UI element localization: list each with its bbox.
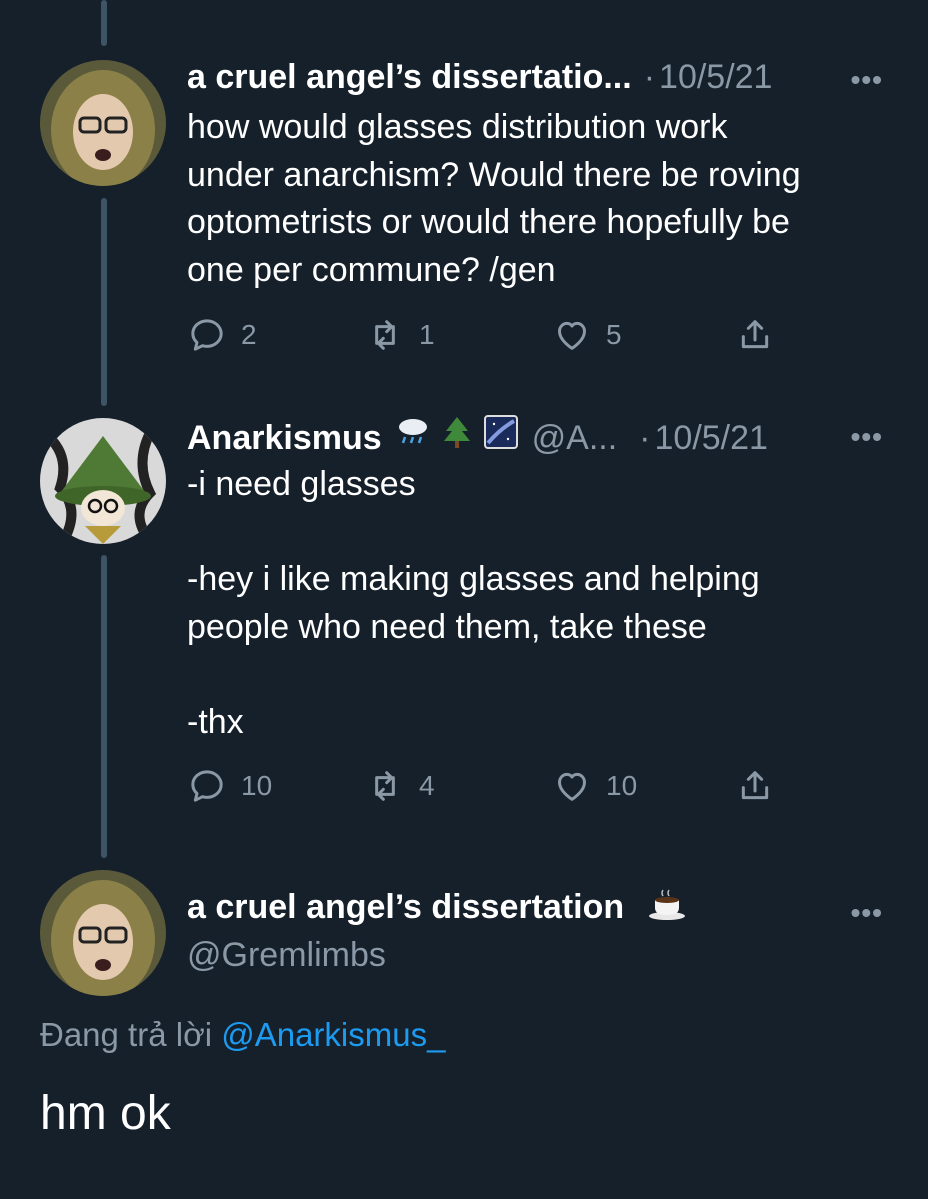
retweet-icon — [375, 771, 395, 801]
reply-icon — [191, 770, 223, 802]
reply-button[interactable]: 2 — [187, 315, 257, 355]
tweet-header: Anarkismus @A... · 10/5/21 — [187, 415, 878, 458]
user-handle[interactable]: @A... — [532, 419, 618, 458]
share-icon — [741, 320, 769, 349]
share-button[interactable] — [735, 315, 789, 355]
reply-count: 2 — [241, 319, 257, 350]
retweet-button[interactable]: 4 — [365, 766, 435, 806]
like-button[interactable]: 10 — [552, 766, 637, 806]
milky-way-icon — [483, 415, 518, 449]
avatar[interactable] — [40, 418, 166, 544]
share-button[interactable] — [735, 766, 789, 806]
user-handle[interactable]: @Gremlimbs — [187, 936, 386, 975]
hot-beverage-icon — [648, 889, 685, 920]
tweet-text: how would glasses distribution work unde… — [187, 108, 801, 289]
reply-icon — [191, 319, 223, 351]
separator-dot: · — [643, 58, 656, 96]
heart-icon — [558, 772, 586, 801]
tweet-date[interactable]: 10/5/21 — [655, 419, 768, 458]
retweet-count: 1 — [419, 319, 435, 350]
tweet-thread-page: a cruel angel’s dissertatio... · 10/5/21… — [0, 0, 928, 1199]
tweet-actions: 10 4 10 — [187, 766, 787, 806]
more-options-button[interactable]: ••• — [851, 64, 883, 96]
more-options-button[interactable]: ••• — [851, 897, 883, 929]
heart-icon — [558, 321, 586, 350]
replying-to-link[interactable]: @Anarkismus_ — [221, 1016, 445, 1053]
more-options-button[interactable]: ••• — [851, 421, 883, 453]
replying-to: Đang trả lời @Anarkismus_ — [40, 1016, 445, 1054]
main-tweet-display-name[interactable]: a cruel angel’s dissertation — [187, 888, 688, 927]
tweet-text: -i need glasses -hey i like making glass… — [187, 465, 760, 741]
display-name[interactable]: Anarkismus — [187, 419, 382, 458]
replying-prefix: Đang trả lời — [40, 1016, 213, 1053]
cloud-rain-icon — [398, 419, 427, 444]
main-tweet-text: hm ok — [40, 1087, 171, 1140]
like-count: 10 — [606, 770, 638, 801]
retweet-count: 4 — [419, 770, 435, 801]
tweet-date[interactable]: 10/5/21 — [659, 58, 772, 97]
separator-dot: · — [639, 419, 651, 457]
thread-line-1 — [101, 198, 107, 406]
avatar[interactable] — [40, 870, 166, 996]
display-name[interactable]: a cruel angel’s dissertatio... — [187, 58, 632, 97]
retweet-icon — [375, 320, 395, 350]
retweet-button[interactable]: 1 — [365, 315, 435, 355]
display-name: a cruel angel’s dissertation — [187, 888, 625, 926]
thread-line-top — [101, 0, 107, 46]
tweet-actions: 2 1 5 — [187, 315, 787, 355]
avatar[interactable] — [40, 60, 166, 186]
like-button[interactable]: 5 — [552, 315, 622, 355]
share-icon — [741, 771, 769, 800]
evergreen-tree-icon — [443, 417, 470, 448]
like-count: 5 — [606, 319, 622, 350]
tweet-header: a cruel angel’s dissertatio... · 10/5/21 — [187, 58, 878, 97]
reply-button[interactable]: 10 — [187, 766, 272, 806]
reply-count: 10 — [241, 770, 273, 801]
thread-line-2 — [101, 555, 107, 858]
